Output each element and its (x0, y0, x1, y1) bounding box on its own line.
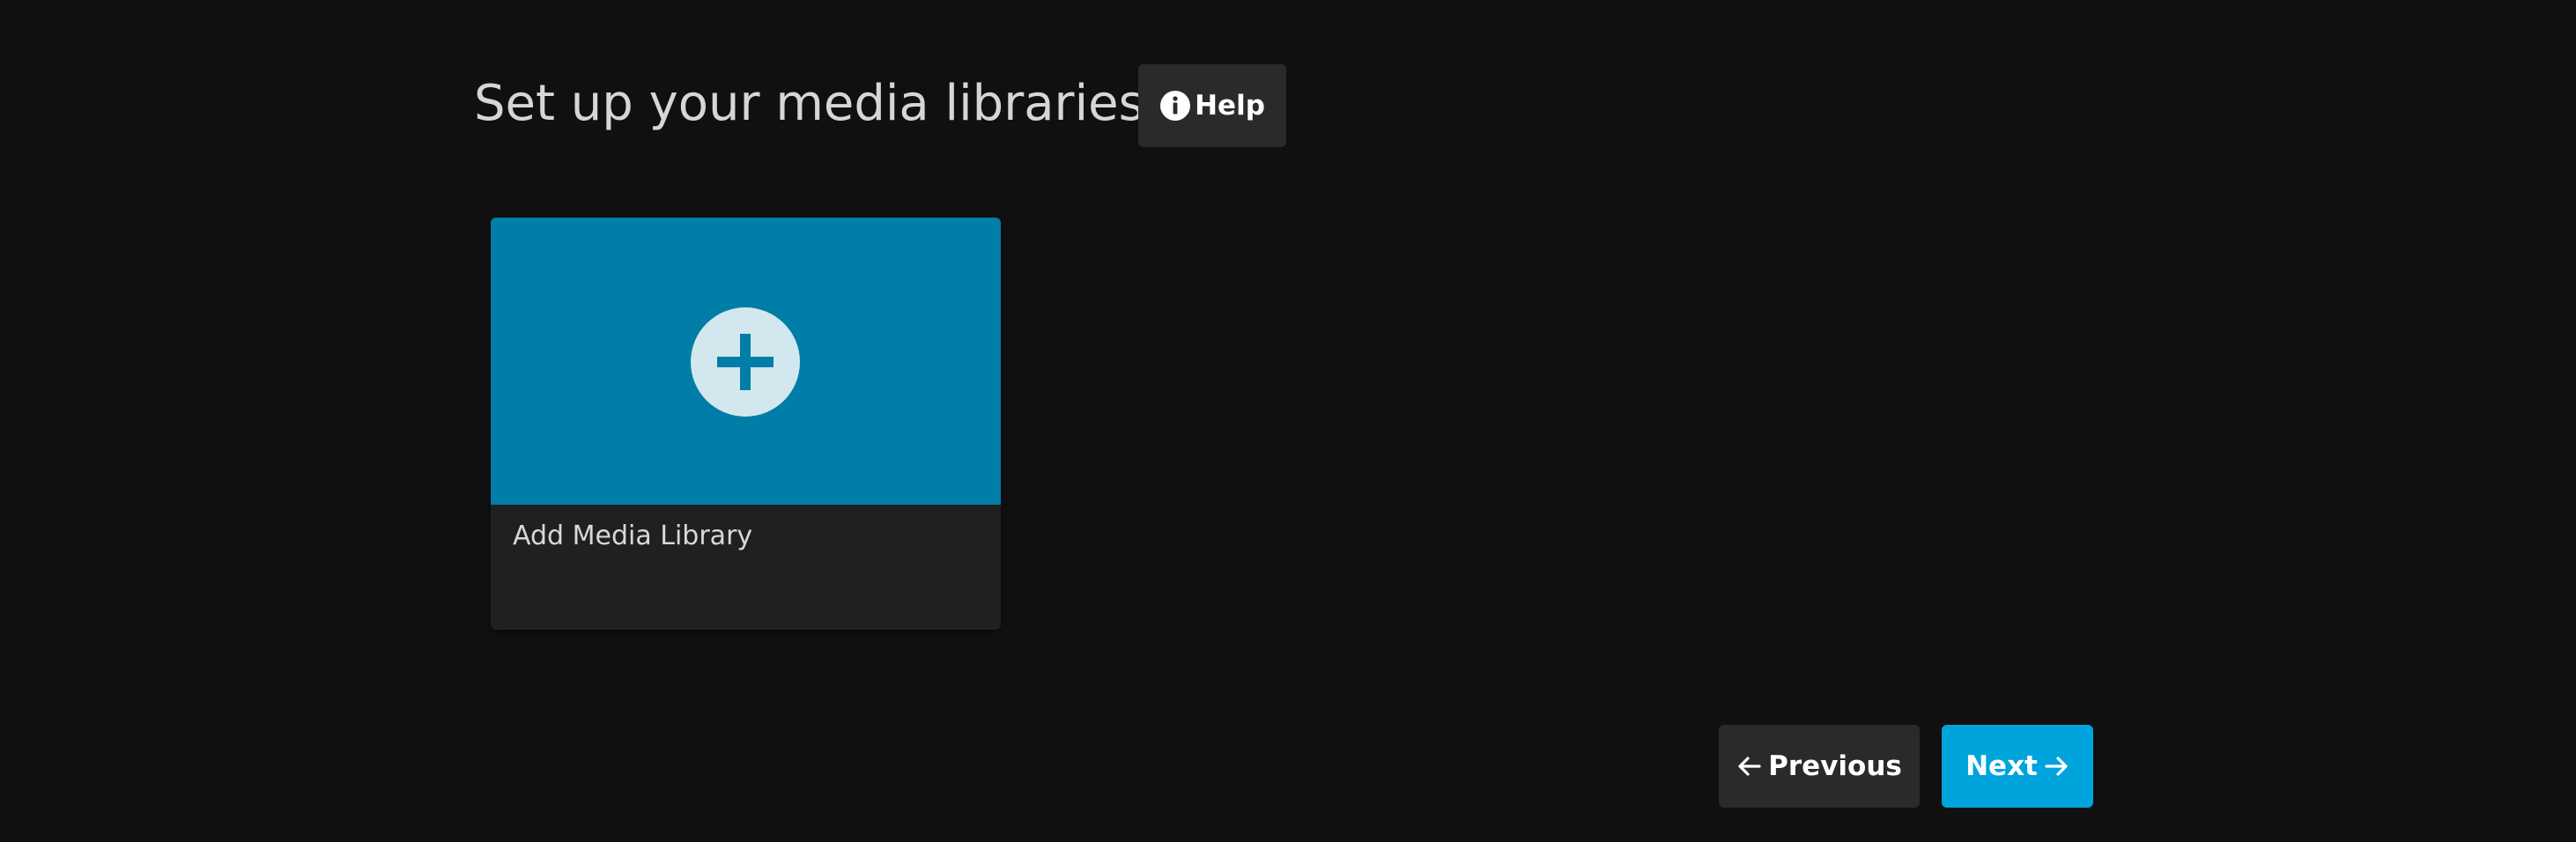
card-label: Add Media Library (513, 521, 753, 551)
arrow-left-icon (1736, 753, 1763, 779)
next-button-label: Next (1965, 750, 2038, 782)
page-title: Set up your media libraries (474, 75, 1144, 132)
info-icon (1159, 90, 1191, 122)
card-image (491, 218, 1001, 505)
add-media-library-card[interactable]: Add Media Library (491, 218, 1001, 630)
add-icon (691, 307, 800, 417)
help-button-label: Help (1195, 90, 1265, 122)
card-footer: Add Media Library (491, 505, 1001, 630)
arrow-right-icon (2043, 753, 2069, 779)
setup-page: Set up your media libraries Help Add Med… (0, 0, 2576, 842)
previous-button[interactable]: Previous (1719, 725, 1920, 808)
next-button[interactable]: Next (1942, 725, 2093, 808)
previous-button-label: Previous (1768, 750, 1902, 782)
help-button[interactable]: Help (1138, 64, 1286, 147)
